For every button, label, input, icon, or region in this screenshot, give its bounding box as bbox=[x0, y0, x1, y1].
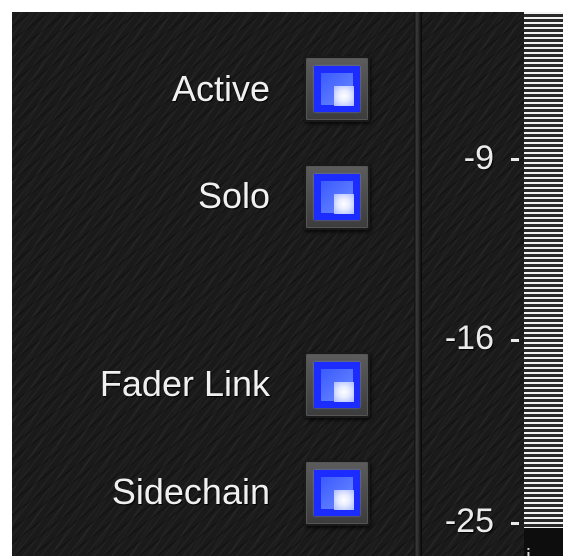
solo-toggle-button[interactable] bbox=[304, 164, 370, 230]
meter-tick-mark bbox=[511, 158, 519, 161]
sidechain-label: Sidechain bbox=[111, 471, 270, 512]
meter-tick-mark bbox=[511, 522, 519, 525]
solo-label: Solo bbox=[197, 175, 270, 216]
meter-scale-label-minus-9: -9 bbox=[463, 139, 494, 177]
level-meter bbox=[524, 12, 563, 528]
panel-divider bbox=[414, 12, 422, 556]
meter-scale-label-minus-25: -25 bbox=[444, 502, 494, 540]
solo-led-icon bbox=[314, 174, 360, 220]
meter-cut-label: i bbox=[526, 544, 531, 556]
active-led-icon bbox=[314, 66, 360, 112]
fader-link-toggle-button[interactable] bbox=[304, 352, 370, 418]
meter-scale-label-minus-16: -16 bbox=[444, 319, 494, 357]
plugin-panel: Active Solo Fader Link Sidechain -9 -16 … bbox=[12, 12, 563, 556]
fader-link-led-icon bbox=[314, 362, 360, 408]
fader-link-label: Fader Link bbox=[99, 363, 270, 404]
active-label: Active bbox=[171, 68, 270, 109]
active-toggle-button[interactable] bbox=[304, 56, 370, 122]
sidechain-led-icon bbox=[314, 470, 360, 516]
meter-tick-mark bbox=[511, 339, 519, 342]
sidechain-toggle-button[interactable] bbox=[304, 460, 370, 526]
